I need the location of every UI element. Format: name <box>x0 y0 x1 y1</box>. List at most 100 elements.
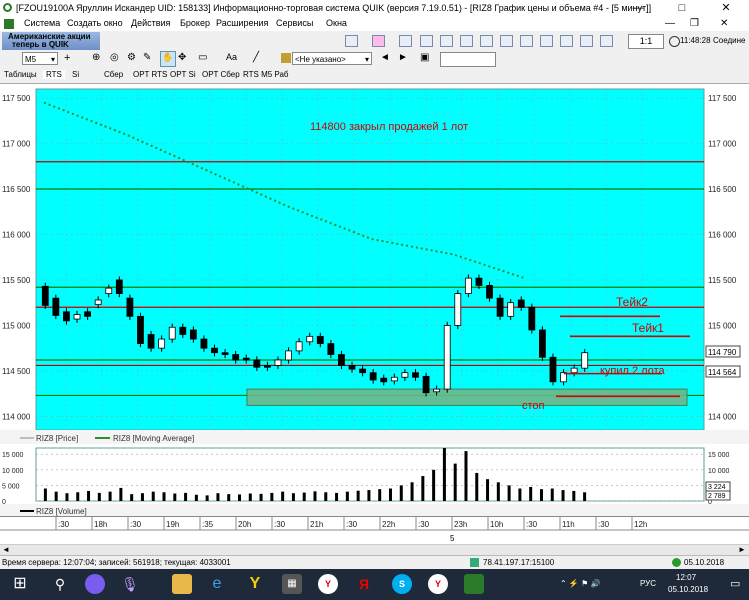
volume-bar[interactable] <box>270 492 274 501</box>
candle-body[interactable] <box>570 367 578 374</box>
app-y-icon[interactable]: Y <box>245 574 265 594</box>
ratio-field[interactable]: 1:1 <box>628 34 664 49</box>
price-volume-chart[interactable]: 117 500 117 000 116 500 116 000 115 500 115 0… <box>0 84 749 516</box>
volume-bar[interactable] <box>194 494 198 501</box>
rectangle-icon[interactable]: ▭ <box>198 52 207 63</box>
volume-bar[interactable] <box>378 489 382 501</box>
search-icon[interactable]: ⚲ <box>50 574 70 594</box>
volume-bar[interactable] <box>87 491 91 501</box>
volume-bar[interactable] <box>410 482 414 501</box>
menu-item-create-window[interactable]: Создать окно <box>67 18 123 28</box>
volume-bar[interactable] <box>529 486 533 501</box>
toolbar-icon-1[interactable] <box>345 35 358 47</box>
pencil-icon[interactable]: ✎ <box>143 52 151 63</box>
toolbar-icon-5[interactable] <box>440 35 453 47</box>
candle-body[interactable] <box>380 377 388 383</box>
zoom-in-icon[interactable]: ⊕ <box>92 52 100 63</box>
toolbar-icon-3[interactable] <box>399 35 412 47</box>
candle-body[interactable] <box>221 352 229 355</box>
volume-bar[interactable] <box>130 494 134 501</box>
volume-bar[interactable] <box>227 494 231 501</box>
volume-bar[interactable] <box>248 493 252 501</box>
volume-bar[interactable] <box>486 479 490 501</box>
volume-bar[interactable] <box>184 492 188 501</box>
toolbar-icon-6[interactable] <box>460 35 473 47</box>
candle-body[interactable] <box>369 372 377 381</box>
candle-body[interactable] <box>528 306 536 331</box>
volume-bar[interactable] <box>539 489 543 501</box>
volume-bar[interactable] <box>97 492 101 501</box>
candle-body[interactable] <box>73 314 81 320</box>
volume-bar[interactable] <box>475 472 479 501</box>
volume-bar[interactable] <box>313 491 317 501</box>
arrow-right-icon[interactable]: ► <box>398 52 408 63</box>
candle-body[interactable] <box>401 372 409 378</box>
candle-body[interactable] <box>274 359 282 366</box>
candle-body[interactable] <box>211 347 218 354</box>
line-icon[interactable]: ╱ <box>253 52 259 63</box>
toolbar-icon-11[interactable] <box>560 35 573 47</box>
target-icon[interactable]: ◎ <box>110 52 119 63</box>
volume-bar[interactable] <box>324 492 328 501</box>
candle-body[interactable] <box>94 299 102 305</box>
candle-body[interactable] <box>496 297 504 317</box>
candle-body[interactable] <box>443 325 451 390</box>
child-restore-button[interactable]: ❐ <box>690 18 699 29</box>
candle-body[interactable] <box>581 352 589 369</box>
candle-body[interactable] <box>264 365 271 368</box>
volume-bar[interactable] <box>356 490 360 501</box>
volume-bar[interactable] <box>518 488 522 501</box>
candle-body[interactable] <box>105 287 113 294</box>
font-button[interactable]: Aa <box>226 52 237 62</box>
tab-rts[interactable]: RTS <box>43 70 65 79</box>
candle-body[interactable] <box>306 335 314 343</box>
edge-icon[interactable]: e <box>207 574 227 594</box>
candle-body[interactable] <box>158 338 166 349</box>
candle-body[interactable] <box>232 354 240 361</box>
candle-body[interactable] <box>539 329 546 358</box>
volume-bar[interactable] <box>453 463 457 501</box>
ad-banner[interactable]: Американские акции теперь в QUIK <box>2 32 100 50</box>
menu-item-services[interactable]: Сервисы <box>276 18 313 28</box>
volume-bar[interactable] <box>388 488 392 501</box>
maximize-button[interactable]: □ <box>660 0 704 17</box>
volume-bar[interactable] <box>496 482 500 501</box>
volume-bar[interactable] <box>421 476 425 501</box>
notifications-icon[interactable]: ▭ <box>730 577 740 590</box>
tab-opt-rts[interactable]: OPT RTS <box>133 70 167 79</box>
toolbar-icon-7[interactable] <box>480 35 493 47</box>
volume-bar[interactable] <box>367 490 371 501</box>
candle-body[interactable] <box>454 293 462 326</box>
quik-taskbar-icon[interactable] <box>464 574 484 594</box>
candle-body[interactable] <box>147 334 155 349</box>
menu-item-extensions[interactable]: Расширения <box>216 18 268 28</box>
candle-body[interactable] <box>41 285 49 306</box>
candle-body[interactable] <box>253 359 261 368</box>
file-explorer-icon[interactable] <box>172 574 192 594</box>
tab-si[interactable]: Si <box>72 70 79 79</box>
volume-bar[interactable] <box>76 492 80 501</box>
volume-bar[interactable] <box>507 485 511 501</box>
candle-body[interactable] <box>189 329 197 340</box>
windows-start-icon[interactable]: ⊞ <box>10 574 30 594</box>
crosshair-icon[interactable]: + <box>64 52 70 64</box>
volume-bar[interactable] <box>291 493 295 501</box>
candle-body[interactable] <box>316 335 324 345</box>
volume-bar[interactable] <box>205 495 209 501</box>
candle-body[interactable] <box>486 285 493 299</box>
yandex-icon[interactable]: Я <box>354 574 374 594</box>
toolbar-icon-9[interactable] <box>520 35 533 47</box>
candle-body[interactable] <box>115 279 123 295</box>
volume-bar[interactable] <box>583 492 587 501</box>
volume-bar[interactable] <box>302 492 306 501</box>
volume-bar[interactable] <box>108 491 112 501</box>
candle-body[interactable] <box>549 356 557 383</box>
volume-bar[interactable] <box>140 493 144 501</box>
candle-body[interactable] <box>433 388 441 393</box>
tab-tables[interactable]: Таблицы <box>4 70 37 79</box>
volume-bar[interactable] <box>162 492 166 501</box>
volume-bar[interactable] <box>399 485 403 501</box>
tab-opt-si[interactable]: OPT Si <box>170 70 196 79</box>
candle-body[interactable] <box>464 277 472 294</box>
menu-item-actions[interactable]: Действия <box>131 18 170 28</box>
